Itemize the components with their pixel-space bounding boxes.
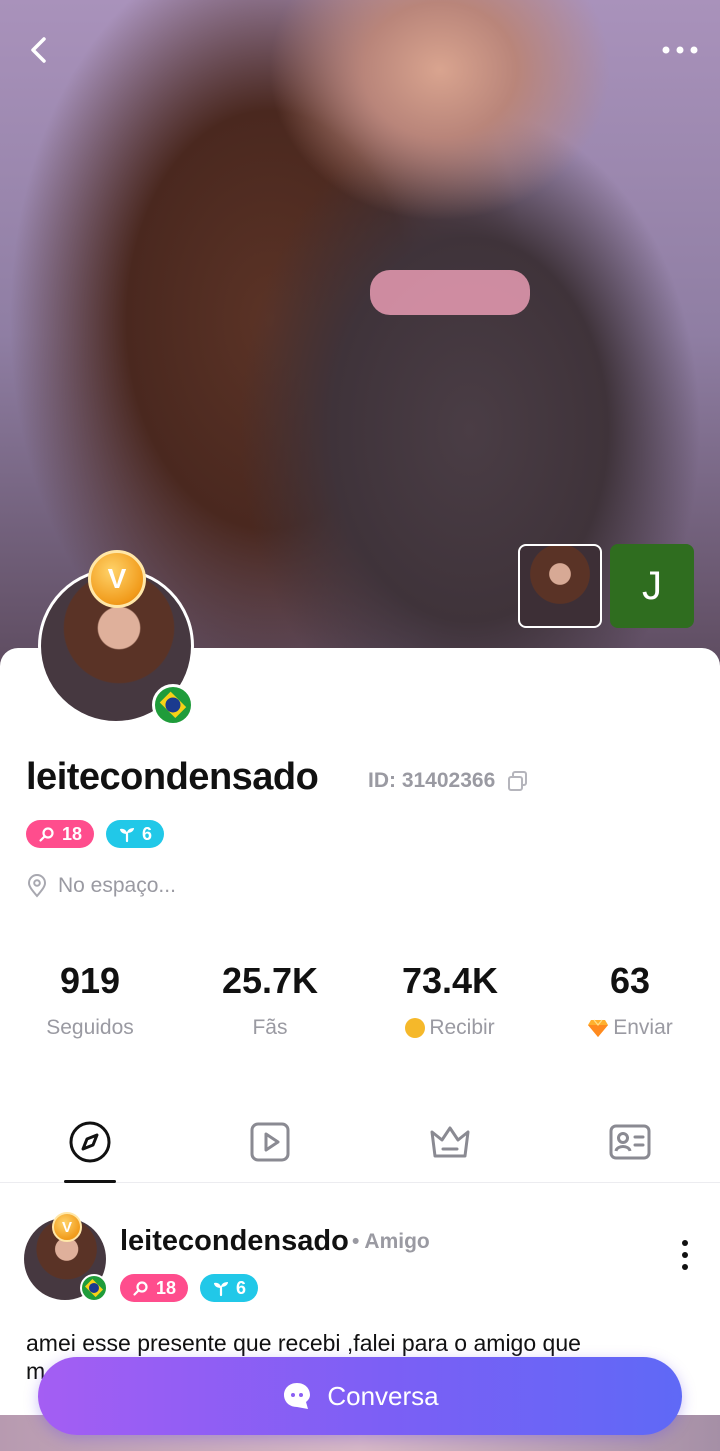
back-button[interactable]: [12, 22, 68, 78]
coin-icon: [405, 1018, 426, 1038]
sprout-icon: [214, 1282, 229, 1297]
stat-fans[interactable]: 25.7K Fãs: [180, 960, 360, 1040]
kebab-dot: [682, 1264, 688, 1270]
chat-bubble-icon: [284, 1383, 311, 1409]
brazil-flag-icon: [152, 684, 194, 726]
cover-photo-detail: [370, 270, 530, 315]
post-author-avatar[interactable]: V: [24, 1212, 108, 1302]
location-pin-icon: [27, 874, 47, 898]
profile-username: leitecondensado: [26, 756, 319, 798]
chat-button-label: Conversa: [327, 1380, 439, 1411]
profile-avatar-wrap[interactable]: V: [38, 550, 198, 728]
post-author-badges: 18 6: [120, 1274, 259, 1302]
stat-label: Fãs: [252, 1016, 288, 1039]
video-play-icon: [250, 1122, 290, 1162]
profile-badges: 18 6: [26, 820, 165, 848]
stat-sent[interactable]: 63 Enviar: [540, 960, 720, 1040]
post-text: amei esse presente que recebi ,falei par…: [26, 1330, 581, 1356]
brazil-flag-icon: [80, 1274, 108, 1302]
stats-row: 919 Seguidos 25.7K Fãs 73.4K Recibir 63 …: [0, 960, 720, 1040]
cover-thumbnail-letter[interactable]: J: [610, 544, 694, 628]
growth-badge: 6: [200, 1274, 259, 1302]
level-icon: [133, 1281, 148, 1296]
stat-value: 25.7K: [221, 960, 319, 1001]
vip-badge: V: [88, 550, 146, 608]
stat-received[interactable]: 73.4K Recibir: [360, 960, 540, 1040]
level-icon: [39, 827, 54, 842]
tab-profile-info[interactable]: [540, 1120, 720, 1182]
level-badge: 18: [26, 820, 95, 848]
diamond-icon: [588, 1019, 609, 1037]
compass-icon: [69, 1121, 111, 1163]
stat-label: Seguidos: [46, 1016, 134, 1039]
more-options-button[interactable]: [652, 22, 708, 78]
location: No espaço...: [26, 874, 176, 898]
user-id[interactable]: ID: 31402366: [368, 769, 529, 793]
profile-tabs: [0, 1120, 720, 1183]
post-author-name[interactable]: leitecondensado: [120, 1225, 349, 1258]
stat-label: Recibir: [429, 1016, 495, 1039]
user-id-text: ID: 31402366: [368, 769, 496, 792]
stat-following[interactable]: 919 Seguidos: [0, 960, 180, 1040]
post-options-button[interactable]: [670, 1240, 700, 1280]
cover-thumbnail-photo[interactable]: [518, 544, 602, 628]
copy-icon[interactable]: [507, 770, 529, 792]
cover-thumbnails: J: [518, 544, 694, 628]
stat-value: 919: [59, 960, 121, 1001]
id-card-icon: [609, 1124, 651, 1160]
stat-label: Enviar: [613, 1016, 673, 1039]
crown-icon: [430, 1126, 470, 1158]
tab-privileges[interactable]: [360, 1120, 540, 1182]
more-dots-icon: [662, 46, 698, 54]
chevron-left-icon: [31, 37, 46, 63]
growth-badge: 6: [106, 820, 165, 848]
tab-videos[interactable]: [180, 1120, 360, 1182]
chat-button[interactable]: Conversa: [38, 1357, 682, 1435]
vip-badge: V: [52, 1212, 82, 1242]
location-text: No espaço...: [58, 874, 176, 897]
kebab-dot: [682, 1240, 688, 1246]
friend-tag: • Amigo: [352, 1230, 430, 1253]
tab-moments[interactable]: [0, 1120, 180, 1183]
stat-value: 73.4K: [401, 960, 499, 1001]
stat-value: 63: [609, 960, 651, 1001]
level-badge: 18: [120, 1274, 189, 1302]
sprout-icon: [120, 828, 135, 843]
kebab-dot: [682, 1252, 688, 1258]
